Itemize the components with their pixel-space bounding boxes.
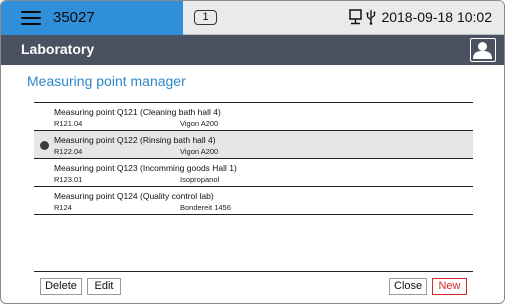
measuring-point-code: R123.01 xyxy=(54,175,83,184)
app-window: 35027 1 2018-09-18 10:02 Laboratory Meas… xyxy=(0,0,505,304)
measuring-point-code: R122.04 xyxy=(54,147,83,156)
close-button[interactable]: Close xyxy=(389,278,427,295)
measuring-point-code: R121.04 xyxy=(54,119,83,128)
page-title: Laboratory xyxy=(21,41,95,57)
network-icon xyxy=(349,9,363,25)
status-indicators: 2018-09-18 10:02 xyxy=(349,9,492,25)
notification-counter-badge[interactable]: 1 xyxy=(194,10,217,25)
list-item-selected[interactable]: Measuring point Q122 (Rinsing bath hall … xyxy=(34,131,473,159)
usb-icon xyxy=(366,10,376,25)
measuring-point-name: Measuring point Q122 (Rinsing bath hall … xyxy=(54,135,216,145)
delete-button[interactable]: Delete xyxy=(40,278,82,295)
list-item[interactable]: Measuring point Q121 (Cleaning bath hall… xyxy=(34,103,473,131)
measuring-point-name: Measuring point Q124 (Quality control la… xyxy=(54,191,214,201)
list-item[interactable]: Measuring point Q124 (Quality control la… xyxy=(34,187,473,215)
new-button[interactable]: New xyxy=(432,278,467,295)
user-icon xyxy=(473,42,492,59)
footer-divider xyxy=(34,271,473,272)
device-id: 35027 xyxy=(53,9,95,26)
section-heading: Measuring point manager xyxy=(27,73,186,89)
measuring-point-name: Measuring point Q121 (Cleaning bath hall… xyxy=(54,107,221,117)
edit-button[interactable]: Edit xyxy=(87,278,121,295)
status-bar: 35027 1 2018-09-18 10:02 xyxy=(1,1,504,35)
measuring-point-name: Measuring point Q123 (Incomming goods Ha… xyxy=(54,163,237,173)
title-bar: Laboratory xyxy=(1,35,504,65)
measuring-point-list: Measuring point Q121 (Cleaning bath hall… xyxy=(34,102,473,215)
measuring-point-medium: Isopropanol xyxy=(180,175,220,184)
measuring-point-medium: Vigon A200 xyxy=(180,147,219,156)
device-menu-button[interactable]: 35027 xyxy=(1,1,183,35)
menu-icon[interactable] xyxy=(21,11,41,25)
measuring-point-code: R124 xyxy=(54,203,72,212)
list-item[interactable]: Measuring point Q123 (Incomming goods Ha… xyxy=(34,159,473,187)
datetime: 2018-09-18 10:02 xyxy=(381,9,492,25)
selection-dot-icon xyxy=(40,141,49,150)
measuring-point-medium: Bondereit 1456 xyxy=(180,203,231,212)
measuring-point-medium: Vigon A200 xyxy=(180,119,219,128)
user-button[interactable] xyxy=(470,38,496,62)
